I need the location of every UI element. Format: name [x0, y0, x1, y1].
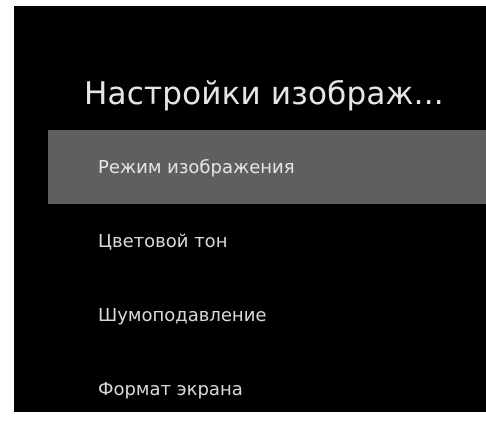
menu-item-label: Формат экрана — [98, 379, 243, 400]
page-title: Настройки изображ... — [84, 76, 444, 112]
settings-menu: Режим изображения Цветовой тон Шумоподав… — [48, 130, 486, 426]
menu-item-label: Цветовой тон — [98, 231, 228, 252]
menu-item-picture-mode[interactable]: Режим изображения — [48, 130, 486, 204]
menu-item-label: Шумоподавление — [98, 305, 267, 326]
menu-item-color-tone[interactable]: Цветовой тон — [48, 204, 486, 278]
menu-item-label: Режим изображения — [98, 157, 295, 178]
menu-item-screen-format[interactable]: Формат экрана — [48, 352, 486, 426]
tv-settings-screen: Настройки изображ... Режим изображения Ц… — [14, 6, 486, 412]
menu-item-noise-reduction[interactable]: Шумоподавление — [48, 278, 486, 352]
